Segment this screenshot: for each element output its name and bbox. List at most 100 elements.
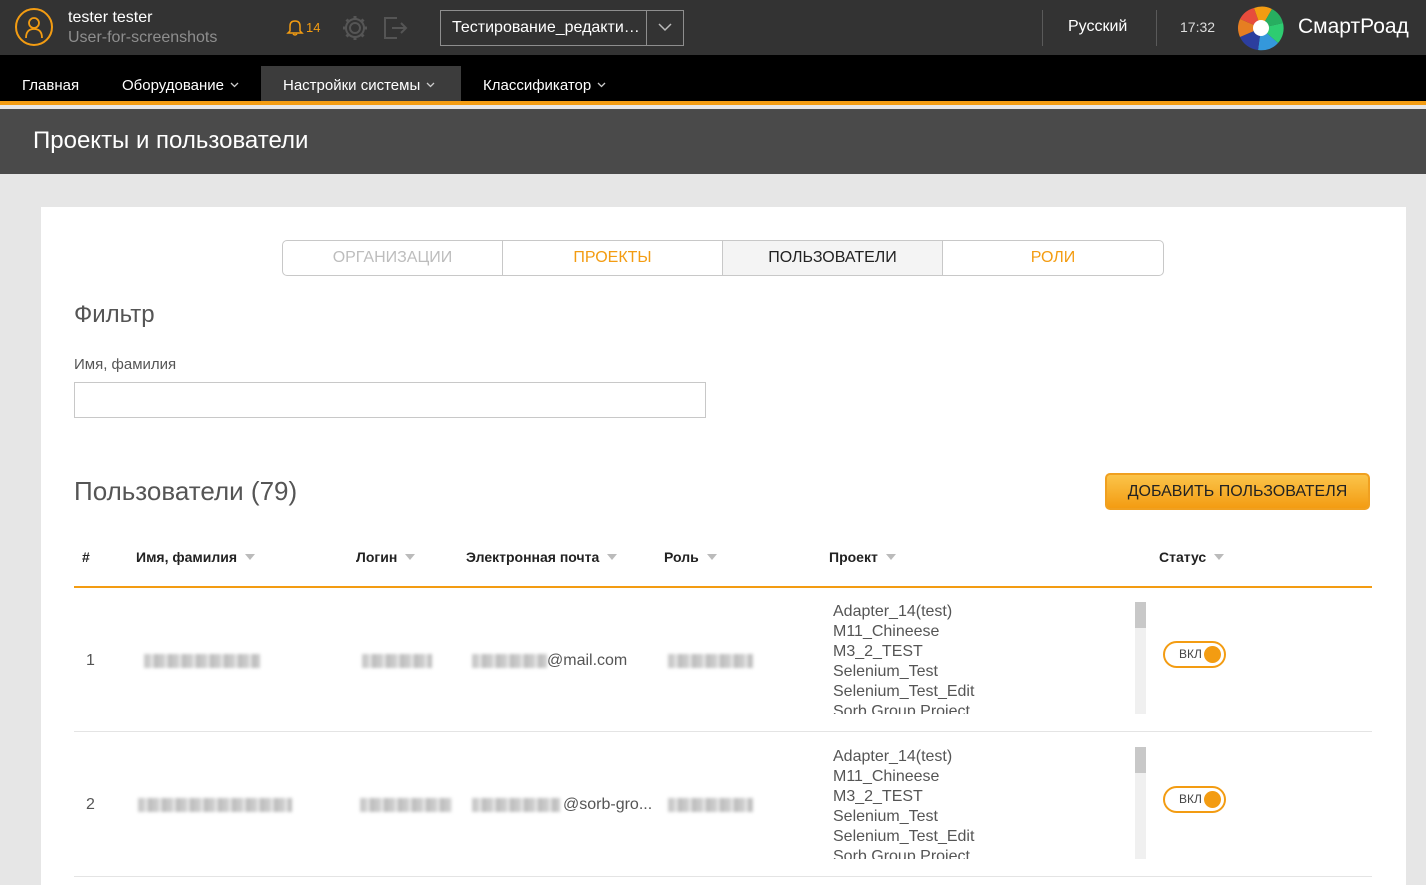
sort-caret-icon[interactable] bbox=[245, 554, 256, 560]
column-header-label: Статус bbox=[1159, 549, 1207, 565]
column-header-role[interactable]: Роль bbox=[664, 549, 717, 565]
user-avatar-icon[interactable] bbox=[15, 8, 53, 46]
email-suffix: @sorb-gro... bbox=[563, 796, 653, 813]
redacted-login bbox=[360, 798, 452, 812]
tab-projects[interactable]: Проекты bbox=[503, 241, 723, 275]
column-header-label: Роль bbox=[664, 549, 699, 565]
scrollbar-thumb[interactable] bbox=[1135, 747, 1146, 773]
project-item: M3_2_TEST bbox=[833, 788, 923, 805]
project-list[interactable]: Adapter_14(test) M11_Chineese M3_2_TEST … bbox=[833, 602, 1123, 714]
project-list-scrollbar[interactable] bbox=[1135, 602, 1146, 714]
language-switch[interactable]: Русский bbox=[1068, 18, 1127, 36]
redacted-login bbox=[362, 654, 432, 668]
row-number: 2 bbox=[86, 796, 95, 813]
project-item: Selenium_Test bbox=[833, 808, 938, 825]
nav-item-home[interactable]: Главная bbox=[22, 66, 79, 101]
project-item: Selenium_Test bbox=[833, 663, 938, 680]
sort-caret-icon[interactable] bbox=[1214, 554, 1225, 560]
table-row[interactable]: 1 @mail.com Adapter_14(test) M11_Chinees… bbox=[74, 588, 1372, 732]
page-header: Проекты и пользователи bbox=[0, 109, 1426, 174]
notification-count: 14 bbox=[306, 20, 321, 35]
clock: 17:32 bbox=[1180, 19, 1216, 35]
chevron-down-icon bbox=[426, 82, 435, 88]
top-bar: tester tester User-for-screenshots 14 Те… bbox=[0, 0, 1426, 55]
chevron-down-icon bbox=[230, 82, 239, 88]
content-card: Организации Проекты Пользователи Роли Фи… bbox=[41, 207, 1406, 885]
nav-accent-line bbox=[0, 101, 1426, 105]
column-header-label: Логин bbox=[356, 549, 398, 565]
table-row[interactable]: 2 @sorb-gro... Adapter_14(test) M11_Chin… bbox=[74, 733, 1372, 877]
tab-roles[interactable]: Роли bbox=[943, 241, 1163, 275]
page-title: Проекты и пользователи bbox=[33, 127, 309, 154]
chevron-down-icon bbox=[658, 23, 672, 32]
name-filter-input[interactable] bbox=[74, 382, 706, 418]
toggle-knob bbox=[1204, 791, 1221, 808]
row-number: 1 bbox=[86, 652, 95, 669]
nav-label: Главная bbox=[22, 77, 80, 94]
column-header-label: Электронная почта bbox=[466, 549, 600, 565]
email-suffix: @mail.com bbox=[547, 652, 628, 669]
divider bbox=[1042, 10, 1043, 46]
tab-users[interactable]: Пользователи bbox=[723, 241, 943, 275]
status-toggle-label: ВКЛ bbox=[1179, 792, 1202, 806]
project-item: Adapter_14(test) bbox=[833, 603, 953, 620]
column-header-number: # bbox=[82, 549, 90, 565]
redacted-role bbox=[668, 798, 753, 812]
tab-organizations[interactable]: Организации bbox=[283, 241, 503, 275]
status-toggle-label: ВКЛ bbox=[1179, 647, 1202, 661]
scrollbar-thumb[interactable] bbox=[1135, 602, 1146, 628]
column-header-label: Имя, фамилия bbox=[136, 549, 238, 565]
project-item: Adapter_14(test) bbox=[833, 748, 953, 765]
column-header-login[interactable]: Логин bbox=[356, 549, 416, 565]
name-filter-label: Имя, фамилия bbox=[74, 356, 177, 373]
project-select[interactable]: Тестирование_редактирование bbox=[440, 10, 684, 46]
project-item: Selenium_Test_Edit bbox=[833, 828, 975, 845]
column-header-project[interactable]: Проект bbox=[829, 549, 896, 565]
project-select-value: Тестирование_редактирование bbox=[452, 19, 648, 36]
users-title: Пользователи (79) bbox=[74, 476, 298, 506]
user-subtitle: User-for-screenshots bbox=[68, 29, 218, 46]
project-item: Sorb Group Project bbox=[833, 703, 970, 714]
bell-icon[interactable] bbox=[286, 18, 304, 36]
redacted-name bbox=[144, 654, 260, 668]
project-item: Selenium_Test_Edit bbox=[833, 683, 975, 700]
divider bbox=[1156, 10, 1157, 46]
column-header-status[interactable]: Статус bbox=[1159, 549, 1225, 565]
sort-caret-icon[interactable] bbox=[607, 554, 618, 560]
nav-label: Оборудование bbox=[122, 77, 225, 94]
gear-icon[interactable] bbox=[341, 14, 369, 42]
main-nav: Главная Оборудование Настройки системы К… bbox=[0, 55, 1426, 105]
chevron-down-icon bbox=[597, 82, 606, 88]
project-item: M11_Chineese bbox=[833, 623, 940, 640]
nav-item-equipment[interactable]: Оборудование bbox=[122, 66, 239, 101]
nav-item-classifier[interactable]: Классификатор bbox=[483, 66, 606, 101]
redacted-role bbox=[668, 654, 753, 668]
column-header-email[interactable]: Электронная почта bbox=[466, 549, 618, 565]
sort-caret-icon[interactable] bbox=[706, 554, 717, 560]
nav-label: Настройки системы bbox=[283, 77, 421, 94]
brand-logo-icon bbox=[1238, 6, 1284, 51]
user-name: tester tester bbox=[68, 9, 153, 26]
redacted-name bbox=[138, 798, 292, 812]
toggle-knob bbox=[1204, 646, 1221, 663]
project-item: M3_2_TEST bbox=[833, 643, 923, 660]
add-user-button[interactable]: ДОБАВИТЬ ПОЛЬЗОВАТЕЛЯ bbox=[1105, 473, 1370, 510]
nav-label: Классификатор bbox=[483, 77, 592, 94]
project-item: M11_Chineese bbox=[833, 768, 940, 785]
sort-caret-icon[interactable] bbox=[885, 554, 896, 560]
column-header-name[interactable]: Имя, фамилия bbox=[136, 549, 256, 565]
status-toggle[interactable]: ВКЛ bbox=[1163, 641, 1226, 668]
project-select-toggle[interactable] bbox=[646, 11, 683, 45]
logout-icon[interactable] bbox=[381, 14, 409, 42]
status-toggle[interactable]: ВКЛ bbox=[1163, 786, 1226, 813]
column-header-label: # bbox=[82, 549, 90, 565]
project-list[interactable]: Adapter_14(test) M11_Chineese M3_2_TEST … bbox=[833, 747, 1123, 859]
filter-title: Фильтр bbox=[74, 301, 155, 328]
redacted-email bbox=[472, 798, 560, 812]
sort-caret-icon[interactable] bbox=[405, 554, 416, 560]
brand-name: СмартРоад bbox=[1298, 15, 1409, 38]
project-list-scrollbar[interactable] bbox=[1135, 747, 1146, 859]
tabs: Организации Проекты Пользователи Роли bbox=[282, 240, 1164, 276]
nav-item-system-settings[interactable]: Настройки системы bbox=[261, 66, 461, 101]
project-item: Sorb Group Project bbox=[833, 848, 970, 859]
